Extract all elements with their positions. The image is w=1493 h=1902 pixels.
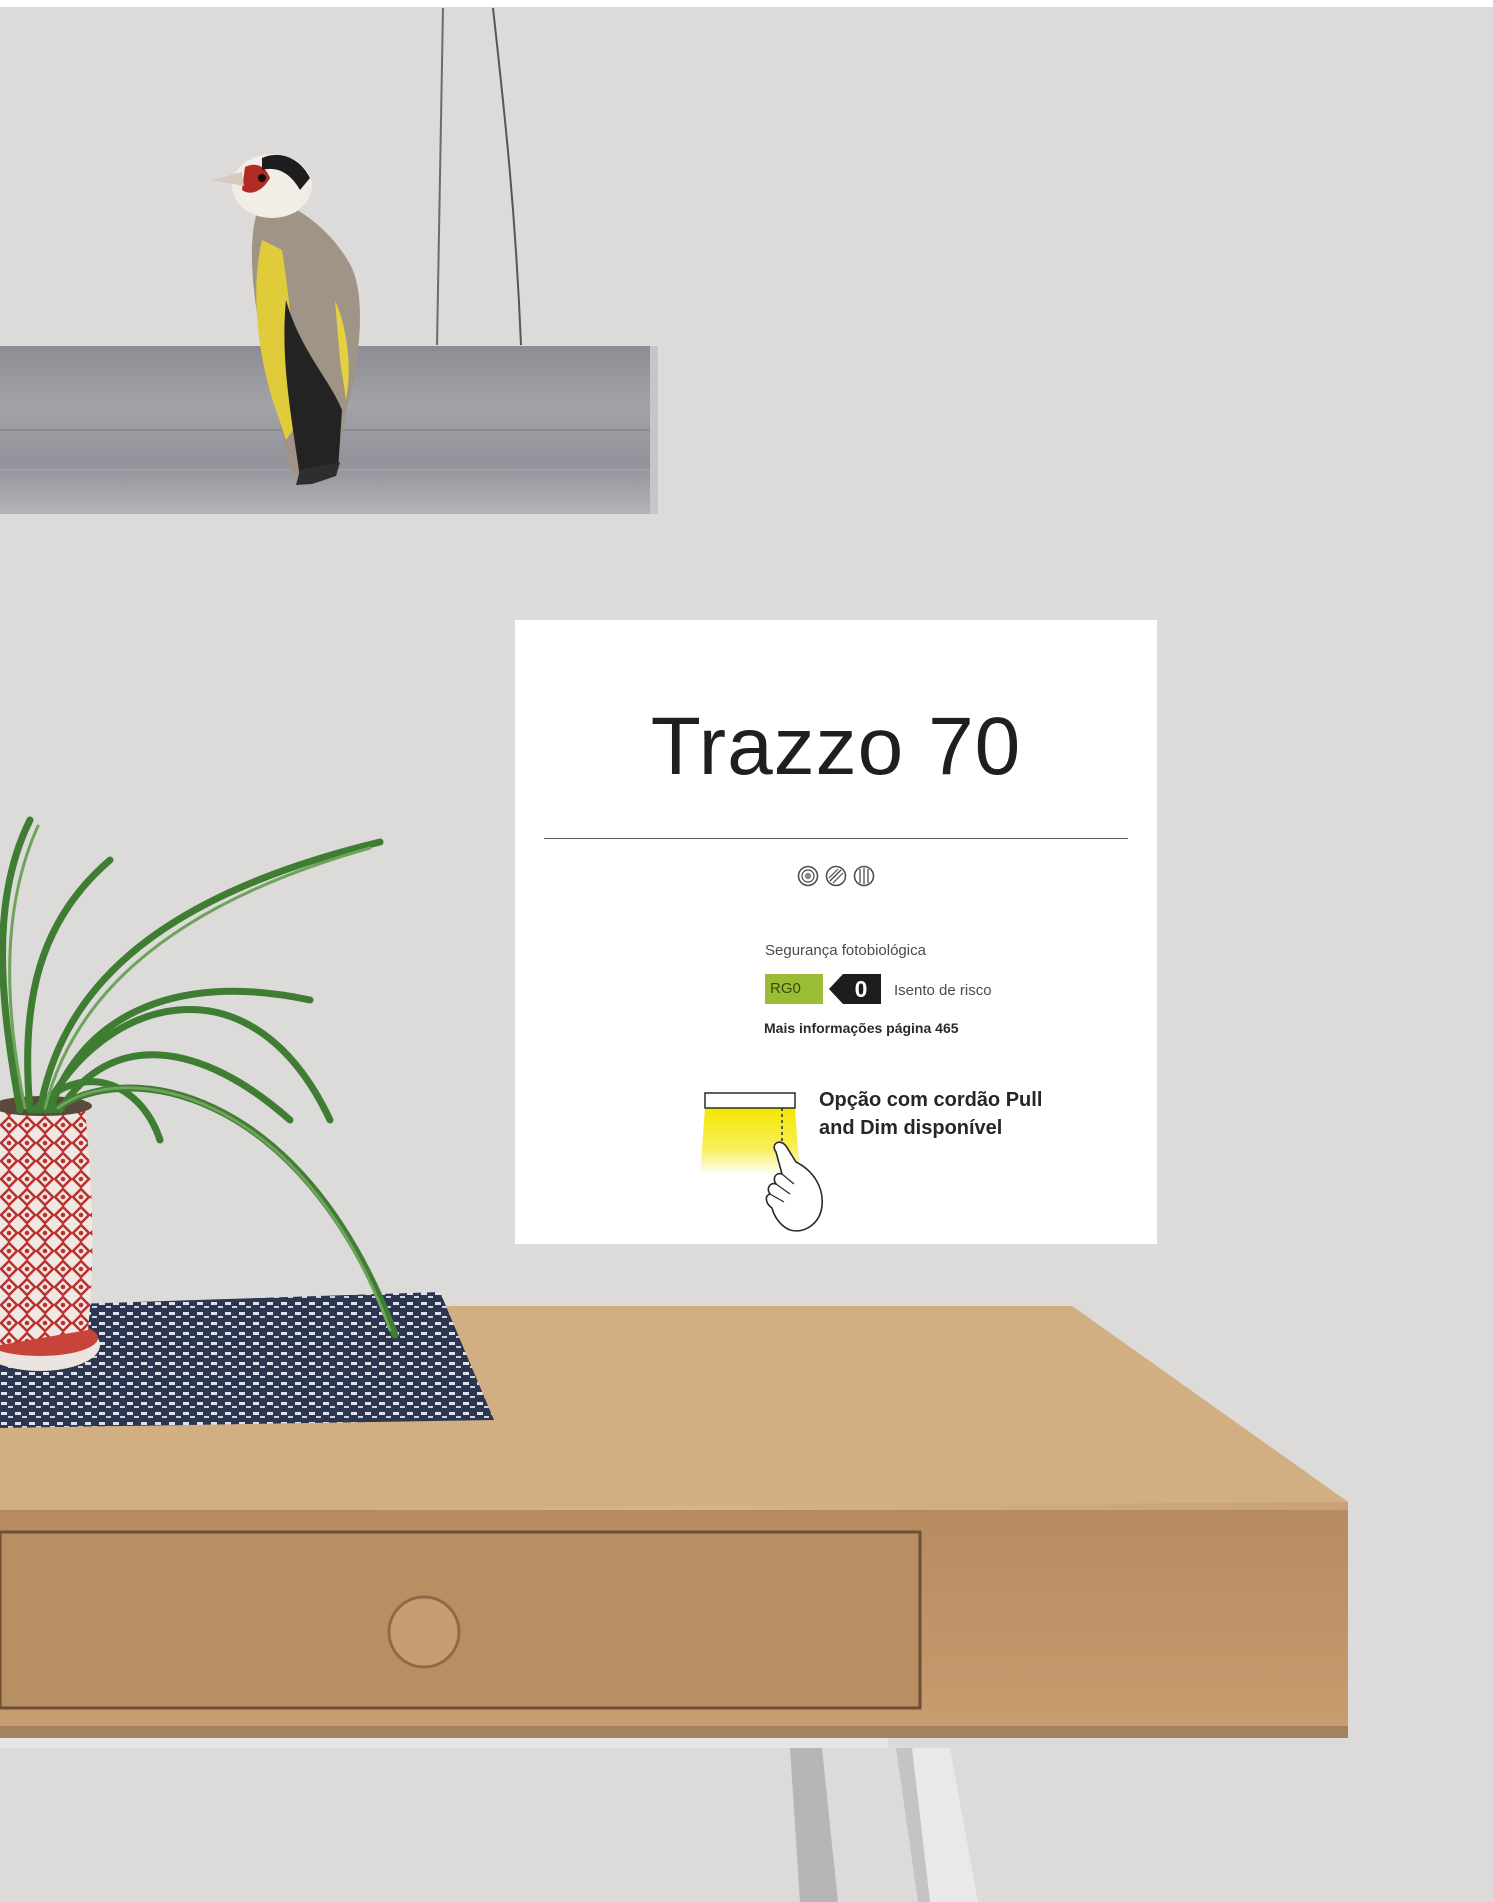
photobiological-safety-label: Segurança fotobiológica — [765, 942, 926, 959]
pull-and-dim-line-2: and Dim disponível — [819, 1117, 1003, 1139]
pull-and-dim-text: Opção com cordão Pull and Dim disponível — [819, 1086, 1059, 1142]
product-title: Trazzo 70 — [650, 701, 1022, 792]
bars-circle-icon — [853, 865, 875, 887]
risk-level-number: 0 — [854, 976, 868, 1002]
class-ii-icon — [797, 865, 819, 887]
product-card: Trazzo 70 Segurança fotobiológica RG0 0 … — [515, 620, 1157, 1244]
risk-description: Isento de risco — [894, 982, 992, 999]
pull-and-dim-line-1: Opção com cordão Pull — [819, 1089, 1043, 1111]
title-divider — [544, 838, 1128, 839]
more-info-text: Mais informações página 465 — [764, 1020, 959, 1036]
risk-group-badge: RG0 — [765, 974, 823, 1004]
slash-circle-icon — [825, 865, 847, 887]
